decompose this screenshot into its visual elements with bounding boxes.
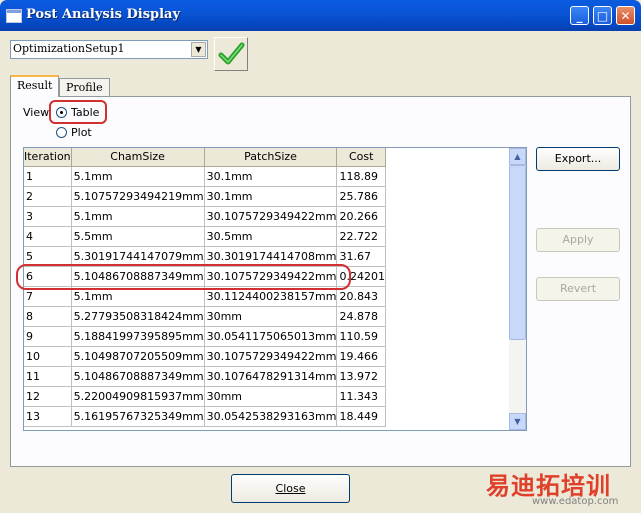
table-cell: 30.5mm	[204, 226, 338, 247]
post-analysis-window: Post Analysis Display _ □ ✕ Optimization…	[0, 0, 641, 513]
dropdown-arrow-icon[interactable]: ▼	[191, 42, 206, 57]
table-header-row: Iteration ChamSize PatchSize Cost	[24, 148, 386, 167]
table-row[interactable]: 3 5.1mm 30.1075729349422mm 20.266	[24, 206, 386, 227]
table-cell: 118.89	[336, 166, 386, 187]
view-label: View:	[23, 106, 53, 119]
table-cell: 30.1mm	[204, 166, 338, 187]
table-cell: 30.0542538293163mm	[204, 406, 338, 427]
header-patchsize[interactable]: PatchSize	[204, 148, 338, 167]
view-plot-label[interactable]: Plot	[71, 126, 92, 139]
table-cell: 19.466	[336, 346, 386, 367]
table-cell: 30mm	[204, 386, 338, 407]
table-cell: 18.449	[336, 406, 386, 427]
table-cell: 5	[24, 246, 72, 267]
confirm-check-button[interactable]	[214, 37, 248, 71]
table-row[interactable]: 11 5.10486708887349mm 30.1076478291314mm 13…	[24, 366, 386, 387]
table-cell: 31.67	[336, 246, 386, 267]
table-cell: 20.266	[336, 206, 386, 227]
table-row[interactable]: 2 5.10757293494219mm 30.1mm 25.786	[24, 186, 386, 207]
table-cell: 5.10498707205509mm	[71, 346, 205, 367]
table-row[interactable]: 13 5.16195767325349mm 30.0542538293163mm 18…	[24, 406, 386, 427]
table-cell: 3	[24, 206, 72, 227]
view-plot-radio[interactable]	[56, 127, 67, 138]
table-cell: 30.0541175065013mm	[204, 326, 338, 347]
setup-select[interactable]: OptimizationSetup1 ▼	[10, 40, 208, 59]
scroll-thumb[interactable]	[509, 165, 526, 340]
table-row[interactable]: 1 5.1mm 30.1mm 118.89	[24, 166, 386, 187]
table-cell: 5.18841997395895mm	[71, 326, 205, 347]
table-cell: 5.1mm	[71, 166, 205, 187]
scroll-up-icon[interactable]: ▲	[509, 148, 526, 165]
result-panel: View: Table Plot Iteration ChamSize Patc…	[10, 96, 631, 467]
table-body: 1 5.1mm 30.1mm 118.89 2 5.10757293494219mm 30.…	[24, 166, 386, 427]
minimize-button[interactable]: _	[570, 6, 589, 25]
table-cell: 13.972	[336, 366, 386, 387]
tab-result[interactable]: Result	[10, 75, 60, 97]
table-cell: 12	[24, 386, 72, 407]
window-title: Post Analysis Display	[26, 7, 181, 22]
table-row[interactable]: 5 5.30191744147079mm 30.3019174414708mm 31.…	[24, 246, 386, 267]
header-cost[interactable]: Cost	[336, 148, 386, 167]
close-button-label: Close	[275, 482, 306, 495]
table-cell: 9	[24, 326, 72, 347]
table-cell: 11.343	[336, 386, 386, 407]
view-table-label[interactable]: Table	[71, 106, 99, 119]
table-cell: 30.1076478291314mm	[204, 366, 338, 387]
export-button[interactable]: Export...	[536, 147, 620, 171]
maximize-button[interactable]: □	[593, 6, 612, 25]
table-cell: 110.59	[336, 326, 386, 347]
table-cell: 5.10757293494219mm	[71, 186, 205, 207]
table-cell: 5.1mm	[71, 206, 205, 227]
table-row[interactable]: 12 5.22004909815937mm 30mm 11.343	[24, 386, 386, 407]
table-cell: 5.16195767325349mm	[71, 406, 205, 427]
row-6-highlight	[16, 264, 351, 290]
header-iteration[interactable]: Iteration	[24, 148, 72, 167]
green-check-icon	[218, 42, 245, 65]
table-cell: 11	[24, 366, 72, 387]
table-cell: 13	[24, 406, 72, 427]
table-cell: 5.10486708887349mm	[71, 366, 205, 387]
table-cell: 30.3019174414708mm	[204, 246, 338, 267]
table-cell: 24.878	[336, 306, 386, 327]
watermark: 易迪拓培训 www.edatop.com	[486, 466, 636, 510]
table-cell: 5.30191744147079mm	[71, 246, 205, 267]
table-cell: 5.27793508318424mm	[71, 306, 205, 327]
revert-button[interactable]: Revert	[536, 277, 620, 301]
title-bar[interactable]: Post Analysis Display _ □ ✕	[0, 0, 641, 31]
header-chamsize[interactable]: ChamSize	[71, 148, 205, 167]
table-cell: 4	[24, 226, 72, 247]
table-cell: 30mm	[204, 306, 338, 327]
table-row[interactable]: 4 5.5mm 30.5mm 22.722	[24, 226, 386, 247]
table-cell: 30.1075729349422mm	[204, 346, 338, 367]
table-cell: 10	[24, 346, 72, 367]
tab-profile[interactable]: Profile	[59, 78, 110, 98]
scroll-down-icon[interactable]: ▼	[509, 413, 526, 430]
table-cell: 5.22004909815937mm	[71, 386, 205, 407]
view-table-radio[interactable]	[56, 107, 67, 118]
table-cell: 30.1mm	[204, 186, 338, 207]
table-cell: 22.722	[336, 226, 386, 247]
table-scrollbar[interactable]: ▲ ▼	[509, 148, 526, 430]
close-button[interactable]: Close	[231, 474, 350, 503]
table-row[interactable]: 9 5.18841997395895mm 30.0541175065013mm 110…	[24, 326, 386, 347]
close-window-button[interactable]: ✕	[616, 6, 635, 25]
setup-select-value: OptimizationSetup1	[13, 42, 125, 55]
table-row[interactable]: 10 5.10498707205509mm 30.1075729349422mm 19…	[24, 346, 386, 367]
window-app-icon	[6, 9, 22, 23]
table-cell: 25.786	[336, 186, 386, 207]
table-cell: 30.1075729349422mm	[204, 206, 338, 227]
table-cell: 2	[24, 186, 72, 207]
table-cell: 8	[24, 306, 72, 327]
apply-button[interactable]: Apply	[536, 228, 620, 252]
watermark-url: www.edatop.com	[532, 496, 619, 507]
table-cell: 1	[24, 166, 72, 187]
table-cell: 5.5mm	[71, 226, 205, 247]
table-row[interactable]: 8 5.27793508318424mm 30mm 24.878	[24, 306, 386, 327]
